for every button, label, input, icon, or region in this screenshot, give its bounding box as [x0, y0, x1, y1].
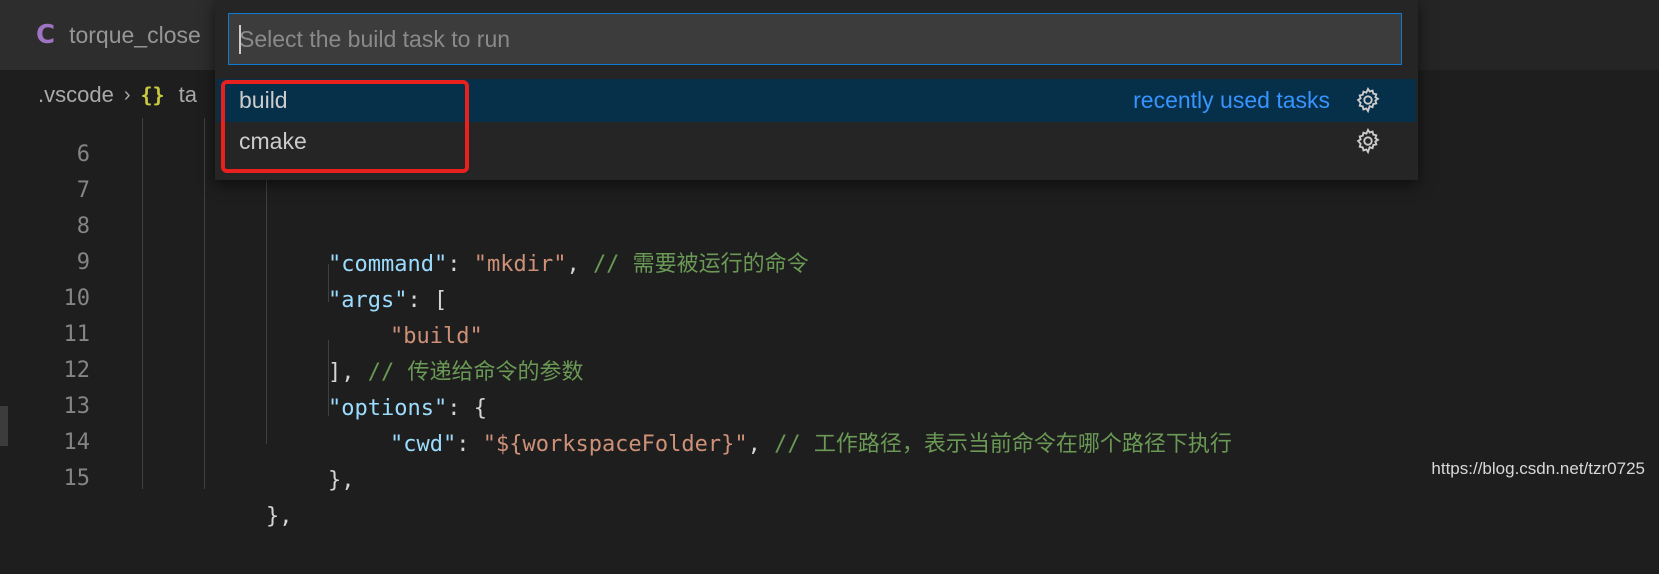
quick-pick-input-box: [228, 13, 1402, 65]
code-line: 10 "build": [0, 242, 1659, 349]
c-file-icon: C: [36, 20, 56, 50]
gear-icon[interactable]: [1354, 127, 1382, 155]
task-search-input[interactable]: [239, 14, 1389, 64]
code-line: 11 ], // 传递给命令的参数: [0, 278, 1659, 385]
watermark: https://blog.csdn.net/tzr0725: [1431, 459, 1645, 478]
tab-label: torque_close: [69, 21, 201, 48]
json-brace: },: [328, 468, 355, 493]
gear-icon[interactable]: [1354, 86, 1382, 114]
highlight-annotation-box: [221, 80, 469, 173]
code-line: 15 },: [0, 422, 1659, 529]
editor-tab[interactable]: C torque_close: [0, 0, 230, 70]
line-number: 15: [63, 466, 91, 491]
code-line: 13 "cwd": "${workspaceFolder}", // 工作路径，…: [0, 350, 1659, 457]
json-brace: },: [266, 504, 293, 529]
code-line: 9 "args": [: [0, 206, 1659, 313]
text-cursor: [239, 25, 241, 54]
code-line: 12 "options": {: [0, 314, 1659, 421]
code-line: 14 },: [0, 386, 1659, 493]
task-description: recently used tasks: [1133, 87, 1330, 113]
